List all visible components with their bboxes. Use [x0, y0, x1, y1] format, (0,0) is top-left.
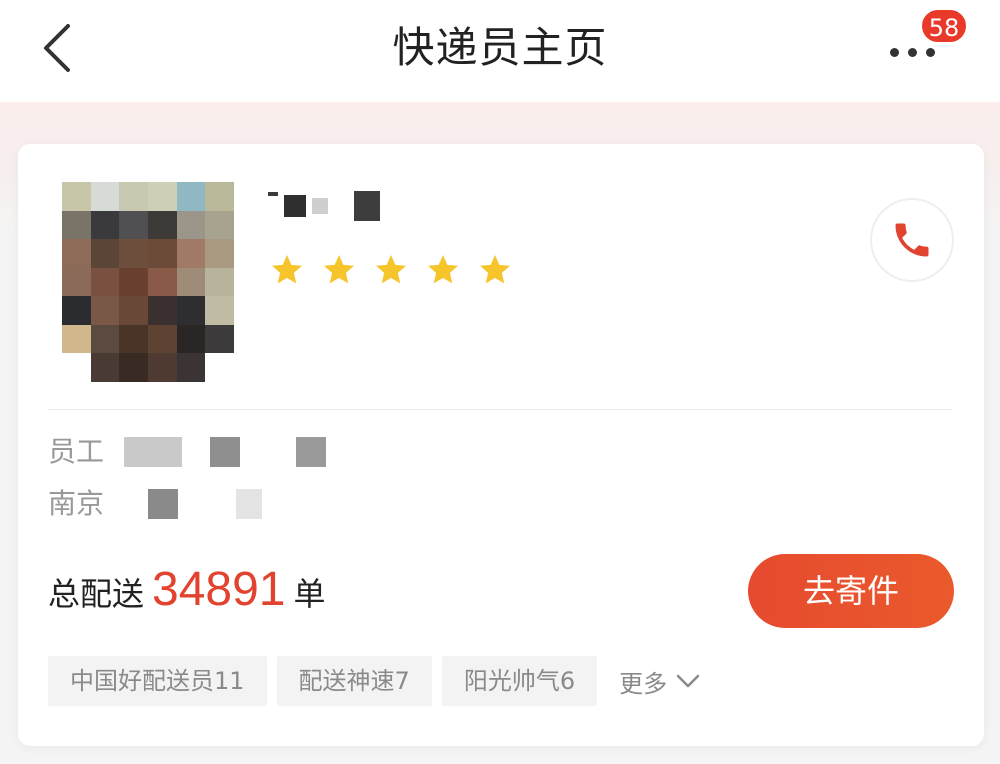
avatar-pixel: [205, 353, 234, 382]
avatar-pixel: [176, 324, 206, 354]
nav-bar: 快递员主页 58: [0, 0, 1000, 102]
avatar-pixel: [176, 182, 206, 211]
avatar-pixel: [62, 296, 91, 325]
avatar-pixel: [90, 239, 120, 268]
avatar-pixel: [147, 267, 177, 297]
avatar-pixel: [176, 353, 206, 382]
avatar-pixel: [176, 239, 206, 268]
tag-item[interactable]: 配送神速7: [276, 656, 432, 706]
branch-label: 南京: [48, 487, 105, 520]
rating-stars: [268, 252, 514, 288]
avatar-pixel: [176, 210, 206, 240]
avatar-pixel: [119, 324, 148, 354]
avatar-pixel: [62, 353, 91, 382]
avatar-pixel: [205, 182, 234, 211]
avatar-pixel: [90, 267, 120, 297]
avatar-pixel: [205, 296, 234, 325]
redacted-block: [296, 437, 327, 467]
avatar-pixel: [90, 353, 120, 382]
avatar: [62, 182, 234, 382]
avatar-pixel: [147, 324, 177, 354]
avatar-pixel: [62, 324, 91, 354]
phone-icon: [895, 223, 929, 257]
avatar-pixel: [90, 210, 120, 240]
redacted-block: [210, 437, 241, 467]
avatar-pixel: [119, 182, 148, 211]
star-icon: [428, 255, 458, 284]
avatar-pixel: [119, 267, 148, 297]
divider: [48, 409, 953, 410]
avatar-pixel: [147, 239, 177, 268]
avatar-pixel: [119, 296, 148, 325]
avatar-pixel: [62, 267, 91, 297]
employee-id-label: 员工: [48, 435, 105, 468]
avatar-pixel: [205, 267, 234, 297]
avatar-pixel: [147, 210, 177, 240]
call-button[interactable]: [870, 198, 954, 282]
tag-list: 中国好配送员11 配送神速7 阳光帅气6 更多: [48, 656, 701, 706]
courier-card: 员工 南京 总配送 34891 单 去寄件 中国好配送员11 配送神速7 阳光帅…: [18, 144, 984, 746]
avatar-pixel: [119, 210, 148, 240]
star-icon: [272, 255, 302, 284]
avatar-pixel: [205, 324, 234, 354]
avatar-pixel: [90, 296, 120, 325]
branch-line: 南京: [48, 484, 263, 524]
star-icon: [480, 255, 510, 284]
tag-item[interactable]: 阳光帅气6: [441, 656, 598, 706]
total-unit: 单: [293, 575, 326, 613]
more-tags-button[interactable]: 更多: [619, 664, 701, 699]
more-dots-icon: [890, 48, 935, 57]
total-deliveries: 总配送 34891 单: [48, 562, 326, 622]
page-title: 快递员主页: [392, 23, 608, 72]
avatar-pixel: [176, 267, 206, 297]
avatar-pixel: [62, 239, 91, 268]
chevron-down-icon: [676, 674, 700, 688]
avatar-pixel: [62, 210, 91, 240]
redacted-block: [124, 437, 183, 467]
courier-name-redacted: [268, 186, 408, 226]
avatar-pixel: [147, 182, 177, 211]
star-icon: [376, 255, 406, 284]
avatar-pixel: [147, 353, 177, 382]
more-tags-label: 更多: [619, 669, 668, 698]
avatar-pixel: [90, 324, 120, 354]
avatar-pixel: [176, 296, 206, 325]
redacted-block: [236, 489, 263, 519]
total-count: 34891: [152, 563, 286, 616]
avatar-pixel: [205, 210, 234, 240]
redacted-block: [148, 489, 179, 519]
avatar-pixel: [119, 239, 148, 268]
tag-item[interactable]: 中国好配送员11: [48, 656, 267, 706]
star-icon: [324, 255, 354, 284]
avatar-pixel: [90, 182, 120, 211]
total-label: 总配送: [48, 575, 145, 613]
avatar-pixel: [205, 239, 234, 268]
avatar-pixel: [62, 182, 91, 211]
avatar-pixel: [119, 353, 148, 382]
send-package-button[interactable]: 去寄件: [748, 554, 954, 628]
avatar-pixel: [147, 296, 177, 325]
employee-id-line: 员工: [48, 432, 327, 472]
more-button[interactable]: 58: [880, 8, 970, 82]
notification-badge: 58: [920, 8, 968, 44]
